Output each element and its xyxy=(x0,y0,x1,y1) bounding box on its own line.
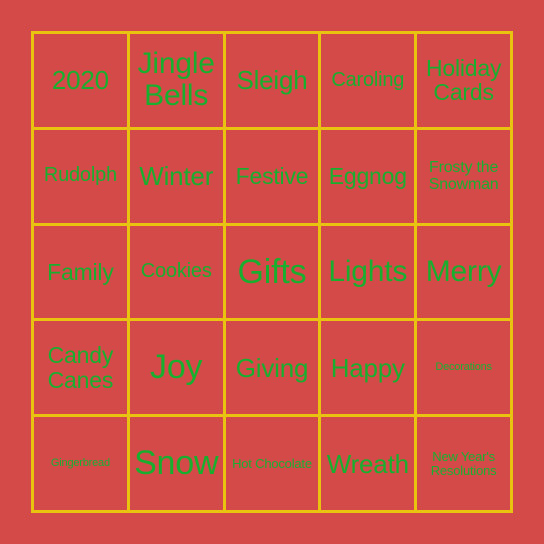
bingo-cell[interactable]: Rudolph xyxy=(34,129,127,223)
bingo-cell-label: Wreath xyxy=(326,448,409,479)
bingo-cell[interactable]: Hot Chocolate xyxy=(225,417,319,510)
bingo-cell[interactable]: Wreath xyxy=(321,417,415,510)
bingo-cell[interactable]: Gingerbread xyxy=(34,417,127,510)
bingo-cell[interactable]: Decorations xyxy=(417,321,510,415)
bingo-cell-label: Holiday Cards xyxy=(425,54,502,106)
bingo-cell-label: Happy xyxy=(330,352,405,383)
bingo-cell[interactable]: Joy xyxy=(129,321,223,415)
bingo-cell-label: Merry xyxy=(425,254,502,288)
bingo-cell-label: Winter xyxy=(139,161,214,192)
bingo-cell-label: Cookies xyxy=(140,260,212,283)
bingo-cell-label: Joy xyxy=(150,348,203,387)
bingo-cell[interactable]: Jingle Bells xyxy=(129,34,223,127)
bingo-cell[interactable]: Festive xyxy=(225,129,319,223)
bingo-cell[interactable]: Merry xyxy=(417,225,510,319)
bingo-cell[interactable]: Happy xyxy=(321,321,415,415)
bingo-cell[interactable]: Snow xyxy=(129,417,223,510)
bingo-cell[interactable]: Gifts xyxy=(225,225,319,319)
bingo-cell[interactable]: Giving xyxy=(225,321,319,415)
bingo-cell[interactable]: Eggnog xyxy=(321,129,415,223)
bingo-cell-label: Eggnog xyxy=(328,162,407,189)
bingo-cell[interactable]: Candy Canes xyxy=(34,321,127,415)
bingo-cell-label: Gifts xyxy=(237,252,307,291)
bingo-cell[interactable]: Family xyxy=(34,225,127,319)
bingo-cell[interactable]: Holiday Cards xyxy=(417,34,510,127)
bingo-cell-label: Decorations xyxy=(435,360,492,373)
bingo-cell-label: Hot Chocolate xyxy=(232,455,312,471)
bingo-cell-label: Snow xyxy=(134,444,219,483)
bingo-card-grid: 2020 Jingle Bells Sleigh Caroling Holiday Ca… xyxy=(31,31,513,513)
bingo-cell[interactable]: Lights xyxy=(321,225,415,319)
bingo-cell[interactable]: Frosty the Snowman xyxy=(417,129,510,223)
bingo-cell-label: Rudolph xyxy=(43,164,117,187)
bingo-cell[interactable]: Cookies xyxy=(129,225,223,319)
bingo-cell-label: 2020 xyxy=(51,65,109,96)
bingo-cell[interactable]: New Year's Resolutions xyxy=(417,417,510,510)
bingo-cell-label: Frosty the Snowman xyxy=(428,158,499,194)
bingo-cell-label: Sleigh xyxy=(236,65,308,96)
bingo-cell-label: Jingle Bells xyxy=(137,47,215,113)
bingo-cell-label: New Year's Resolutions xyxy=(430,448,497,478)
bingo-cell[interactable]: Sleigh xyxy=(225,34,319,127)
bingo-cell-label: Candy Canes xyxy=(47,341,114,393)
bingo-cell-label: Family xyxy=(47,258,114,285)
bingo-cell[interactable]: Caroling xyxy=(321,34,415,127)
bingo-cell-label: Caroling xyxy=(331,68,405,91)
bingo-cell-label: Gingerbread xyxy=(50,456,110,469)
bingo-cell[interactable]: Winter xyxy=(129,129,223,223)
bingo-cell-label: Giving xyxy=(235,352,309,383)
bingo-cell-label: Festive xyxy=(235,162,309,189)
bingo-cell[interactable]: 2020 xyxy=(34,34,127,127)
bingo-cell-label: Lights xyxy=(328,254,408,288)
